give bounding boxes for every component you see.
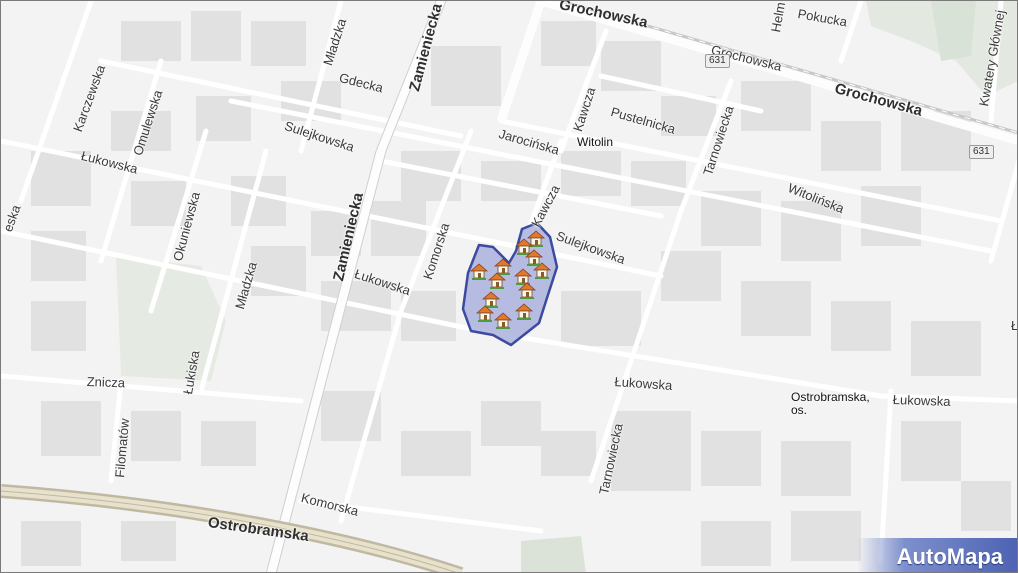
map-view[interactable]: Grochowska Grochowska Grochowska Pokucka… <box>0 0 1018 573</box>
brand-logo: AutoMapa <box>857 538 1017 572</box>
place-label-ostrobramska-os-line1: Ostrobramska, <box>791 390 870 404</box>
street-label-lukowska-right: Łukowska <box>892 392 951 410</box>
place-label-witolin: Witolin <box>577 135 614 149</box>
place-label-ostrobramska-os-line2: os. <box>791 403 808 417</box>
highlighted-area[interactable] <box>461 221 559 347</box>
route-shield-631-right: 631 <box>969 145 994 159</box>
street-label-znicza: Znicza <box>86 374 126 391</box>
route-shield-631-top: 631 <box>705 54 730 68</box>
street-label-edge-right: Ł <box>1011 318 1018 333</box>
street-label-lukowska-center: Łukowska <box>614 374 673 393</box>
